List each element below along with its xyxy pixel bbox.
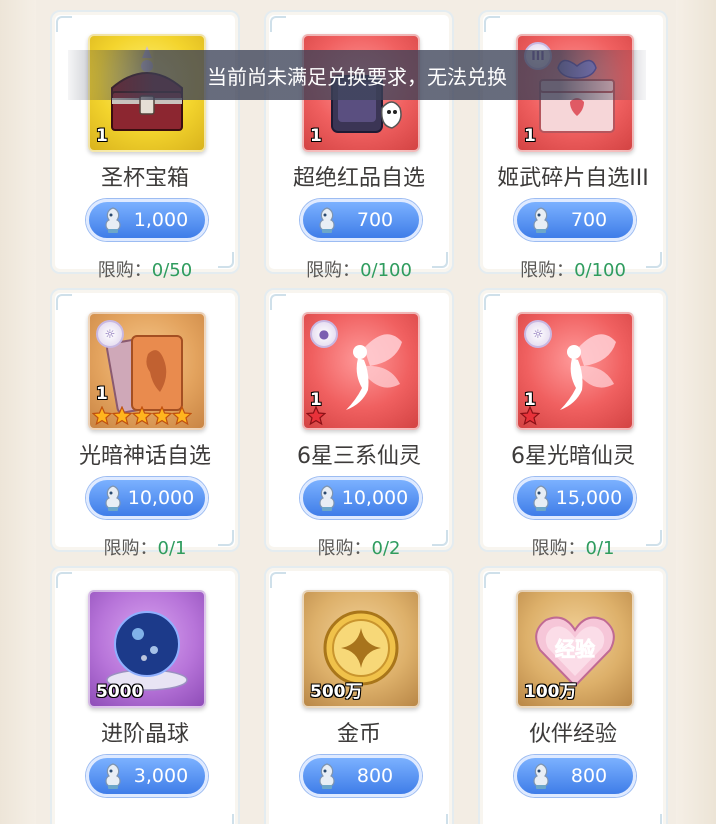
dragon-token-icon (533, 207, 549, 233)
item-icon-frame: 5000 (88, 590, 206, 708)
dragon-token-icon (319, 207, 335, 233)
purchase-limit: 限购：0/50 (52, 256, 238, 282)
item-name: 伙伴经验 (528, 722, 617, 747)
purchase-limit: 限购：0/100 (266, 256, 452, 282)
item-quantity: 1 (524, 126, 536, 146)
star-icon (172, 406, 192, 426)
price-value: 700 (356, 209, 394, 231)
exchange-price-button[interactable]: 1,000 (86, 199, 208, 241)
dragon-token-icon (319, 485, 335, 511)
star-icon (132, 406, 152, 426)
red-star-icon (306, 406, 326, 426)
star-rating (306, 406, 326, 426)
purchase-limit: 限购：0/1 (52, 534, 238, 560)
shop-item-card[interactable]: ☼ 1 6星光暗仙灵 15,000 限购：0/1 (478, 288, 668, 559)
price-value: 3,000 (133, 765, 189, 787)
item-name: 金币 (336, 722, 381, 747)
item-quantity: 1 (310, 126, 322, 146)
exchange-price-button[interactable]: 700 (514, 199, 636, 241)
light-dark-badge-icon: ☼ (524, 320, 552, 348)
price-value: 800 (570, 765, 608, 787)
item-icon-frame: ☼ 1 (516, 312, 634, 430)
dragon-token-icon (105, 763, 121, 789)
dragon-token-icon (319, 763, 335, 789)
purchase-limit: 限购：0/2 (266, 534, 452, 560)
star-icon (152, 406, 172, 426)
item-name: 进阶晶球 (100, 722, 189, 747)
price-value: 10,000 (341, 487, 409, 509)
item-quantity: 5000 (96, 682, 144, 702)
toast-message: 当前尚未满足兑换要求，无法兑换 (68, 50, 646, 100)
shop-item-card[interactable]: 5000 进阶晶球 3,000 (50, 566, 240, 824)
shop-item-card[interactable]: ☼ 1 光暗神话自选 10,000 限购：0/1 (50, 288, 240, 559)
item-quantity: 500万 (310, 682, 363, 702)
right-panel-edge (676, 0, 716, 824)
exchange-price-button[interactable]: 3,000 (86, 755, 208, 797)
item-name: 姬武碎片自选III (497, 166, 649, 191)
limit-value: 0/100 (574, 260, 626, 281)
three-element-badge-icon: ● (310, 320, 338, 348)
shop-item-card[interactable]: 500万 金币 800 (264, 566, 454, 824)
light-dark-badge-icon: ☼ (96, 320, 124, 348)
price-value: 1,000 (133, 209, 189, 231)
exchange-price-button[interactable]: 10,000 (300, 477, 422, 519)
limit-value: 0/100 (360, 260, 412, 281)
dragon-token-icon (533, 485, 549, 511)
limit-value: 0/1 (585, 538, 615, 559)
item-name: 圣杯宝箱 (100, 166, 189, 191)
item-icon-frame: 500万 (302, 590, 420, 708)
item-icon-frame: 经验 100万 (516, 590, 634, 708)
exchange-price-button[interactable]: 800 (300, 755, 422, 797)
exp-overlay-text: 经验 (555, 637, 595, 661)
item-quantity: 1 (96, 126, 108, 146)
limit-label: 限购： (520, 260, 575, 281)
item-name: 6星光暗仙灵 (511, 444, 635, 469)
item-name: 光暗神话自选 (78, 444, 211, 469)
star-rating (92, 406, 192, 426)
star-icon (92, 406, 112, 426)
dragon-token-icon (105, 207, 121, 233)
limit-value: 0/50 (151, 260, 193, 281)
star-rating (520, 406, 540, 426)
item-name: 6星三系仙灵 (297, 444, 421, 469)
purchase-limit: 限购：0/1 (480, 534, 666, 560)
limit-label: 限购： (103, 538, 158, 559)
item-icon-frame: ☼ 1 (88, 312, 206, 430)
price-value: 700 (570, 209, 608, 231)
item-quantity: 1 (96, 384, 108, 404)
price-value: 15,000 (555, 487, 623, 509)
limit-value: 0/2 (371, 538, 401, 559)
item-quantity: 100万 (524, 682, 577, 702)
exchange-price-button[interactable]: 700 (300, 199, 422, 241)
star-icon (112, 406, 132, 426)
price-value: 800 (356, 765, 394, 787)
limit-label: 限购： (306, 260, 361, 281)
item-icon-frame: ● 1 (302, 312, 420, 430)
limit-label: 限购： (317, 538, 372, 559)
purchase-limit: 限购：0/100 (480, 256, 666, 282)
red-star-icon (520, 406, 540, 426)
price-value: 10,000 (127, 487, 195, 509)
left-panel-edge (0, 0, 36, 824)
dragon-token-icon (105, 485, 121, 511)
exchange-price-button[interactable]: 10,000 (86, 477, 208, 519)
exchange-price-button[interactable]: 800 (514, 755, 636, 797)
limit-label: 限购： (97, 260, 152, 281)
shop-item-card[interactable]: ● 1 6星三系仙灵 10,000 限购：0/2 (264, 288, 454, 559)
exchange-price-button[interactable]: 15,000 (514, 477, 636, 519)
limit-label: 限购： (531, 538, 586, 559)
dragon-token-icon (533, 763, 549, 789)
item-name: 超绝红品自选 (292, 166, 425, 191)
limit-value: 0/1 (157, 538, 187, 559)
shop-item-card[interactable]: 经验 100万 伙伴经验 800 (478, 566, 668, 824)
